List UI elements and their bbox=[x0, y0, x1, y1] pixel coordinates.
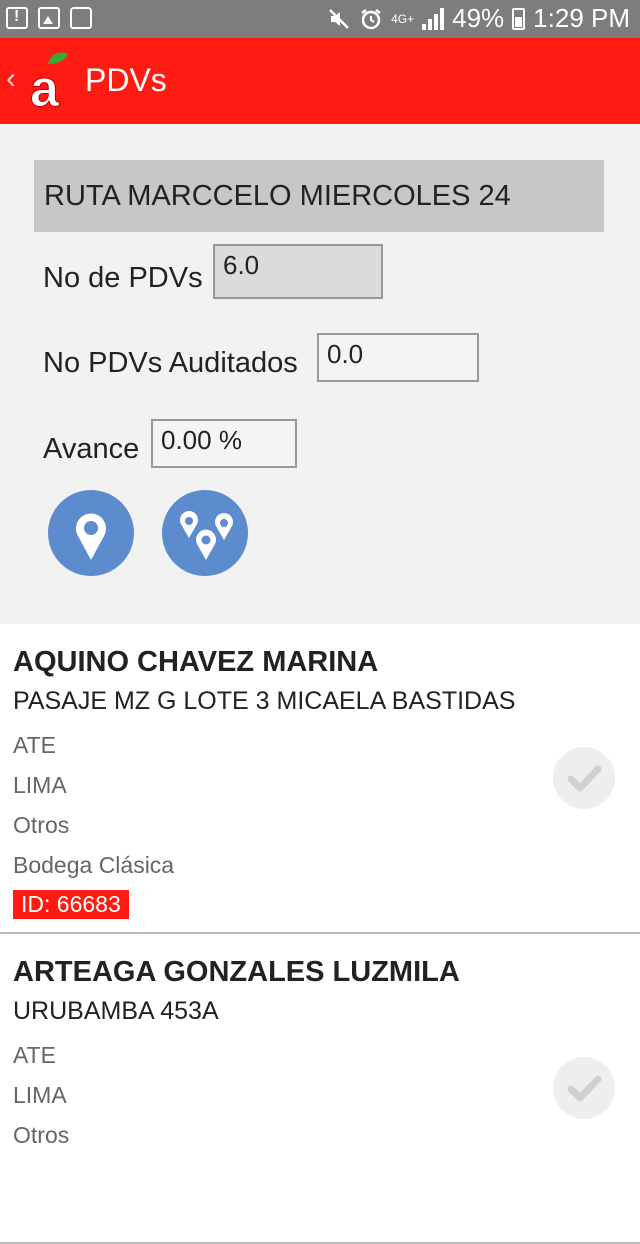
signal-icon bbox=[422, 7, 445, 30]
multiple-pins-button[interactable] bbox=[162, 490, 248, 576]
notification-icons bbox=[6, 7, 92, 29]
pdv-id-badge: ID: 66683 bbox=[13, 890, 129, 919]
image-notification-icon bbox=[38, 7, 60, 29]
pdv-name: ARTEAGA GONZALES LUZMILA bbox=[13, 956, 460, 988]
pdv-category: Otros bbox=[13, 812, 70, 838]
pdv-district: ATE bbox=[13, 732, 57, 758]
pdv-city: LIMA bbox=[13, 1082, 67, 1108]
alarm-icon bbox=[361, 8, 381, 29]
checkmark-icon bbox=[567, 765, 602, 792]
alert-notification-icon bbox=[6, 7, 28, 29]
audited-label: No PDVs Auditados bbox=[43, 347, 298, 379]
route-name: RUTA MARCCELO MIERCOLES 24 bbox=[34, 160, 604, 232]
mute-icon bbox=[329, 8, 349, 29]
pdv-list: AQUINO CHAVEZ MARINA PASAJE MZ G LOTE 3 … bbox=[0, 624, 640, 1244]
audit-check-button[interactable] bbox=[553, 747, 615, 809]
map-pin-icon bbox=[76, 513, 106, 560]
app-bar: ‹ a PDVs bbox=[0, 38, 640, 124]
shopping-bag-notification-icon bbox=[70, 7, 92, 29]
back-chevron-icon[interactable]: ‹ bbox=[6, 62, 16, 96]
page-title: PDVs bbox=[85, 62, 167, 98]
pdv-card[interactable]: AQUINO CHAVEZ MARINA PASAJE MZ G LOTE 3 … bbox=[0, 624, 640, 934]
system-icons: 4G+ 49% 1:29 PM bbox=[327, 3, 630, 34]
multiple-map-pins-icon bbox=[178, 509, 235, 565]
status-bar: 4G+ 49% 1:29 PM bbox=[0, 0, 640, 38]
battery-icon bbox=[512, 7, 526, 30]
checkmark-icon bbox=[567, 1075, 602, 1102]
battery-percent: 49% bbox=[452, 3, 505, 33]
map-pin-button[interactable] bbox=[48, 490, 134, 576]
clock: 1:29 PM bbox=[533, 3, 630, 33]
pdv-count-field: 6.0 bbox=[213, 244, 383, 299]
network-type: 4G+ bbox=[391, 11, 415, 26]
app-logo-letter: a bbox=[30, 60, 60, 110]
pdv-district: ATE bbox=[13, 1042, 57, 1068]
pdv-type: Bodega Clásica bbox=[13, 852, 175, 878]
progress-field: 0.00 % bbox=[151, 419, 297, 468]
pdv-name: AQUINO CHAVEZ MARINA bbox=[13, 646, 379, 678]
pdv-address: URUBAMBA 453A bbox=[13, 997, 219, 1025]
audit-check-button[interactable] bbox=[553, 1057, 615, 1119]
pdv-city: LIMA bbox=[13, 772, 67, 798]
progress-label: Avance bbox=[43, 433, 140, 465]
pdv-address: PASAJE MZ G LOTE 3 MICAELA BASTIDAS bbox=[13, 687, 516, 715]
route-summary-panel: RUTA MARCCELO MIERCOLES 24 No de PDVs 6.… bbox=[0, 124, 640, 624]
audited-field: 0.0 bbox=[317, 333, 479, 382]
pdv-card[interactable]: ARTEAGA GONZALES LUZMILA URUBAMBA 453A A… bbox=[0, 934, 640, 1244]
app-logo[interactable]: a bbox=[26, 50, 74, 110]
pdv-count-label: No de PDVs bbox=[43, 262, 203, 294]
